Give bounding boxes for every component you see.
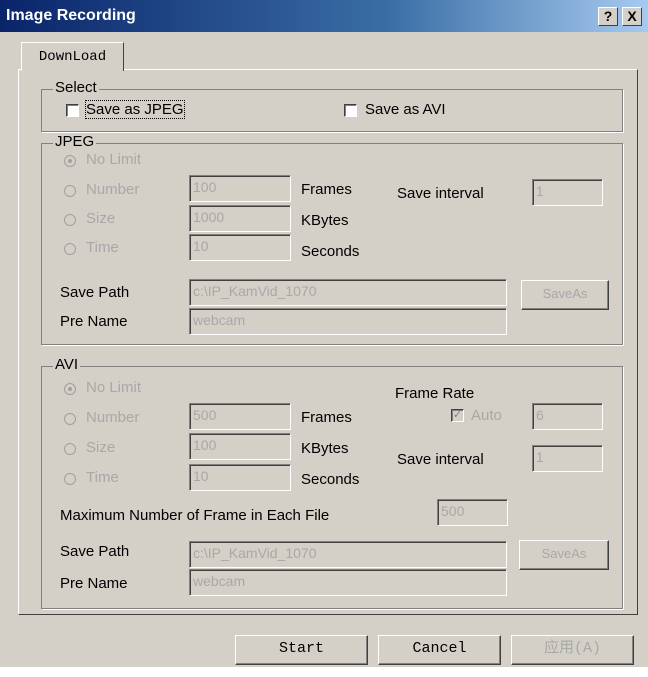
avi-number-radio[interactable]	[64, 413, 76, 425]
jpeg-seconds-unit: Seconds	[301, 243, 360, 260]
jpeg-time-radio[interactable]	[64, 243, 76, 255]
jpeg-number-radio[interactable]	[64, 185, 76, 197]
close-button[interactable]: X	[622, 7, 642, 26]
image-recording-dialog: Image Recording ? X DownLoad Select Save…	[0, 0, 648, 677]
avi-max-frames-label: Maximum Number of Frame in Each File	[60, 507, 330, 524]
jpeg-time-label: Time	[86, 239, 119, 256]
jpeg-legend: JPEG	[53, 133, 97, 150]
help-button[interactable]: ?	[598, 7, 618, 26]
jpeg-size-radio[interactable]	[64, 214, 76, 226]
avi-time-field[interactable]: 10	[189, 464, 291, 491]
avi-auto-checkbox[interactable]: ✓	[451, 409, 464, 422]
avi-auto-label: Auto	[471, 407, 502, 424]
save-jpeg-checkbox[interactable]	[66, 104, 79, 117]
bottom-margin	[0, 667, 648, 677]
avi-max-frames-field[interactable]: 500	[437, 499, 508, 526]
save-avi-checkbox[interactable]	[344, 104, 357, 117]
avi-save-path-field[interactable]: c:\IP_KamVid_1070	[189, 541, 507, 568]
avi-frame-rate-label: Frame Rate	[395, 385, 475, 402]
apply-button[interactable]: 应用(A)	[511, 635, 634, 665]
jpeg-pre-name-label: Pre Name	[60, 313, 128, 330]
avi-no-limit-radio[interactable]	[64, 383, 76, 395]
avi-size-field[interactable]: 100	[189, 433, 291, 460]
jpeg-number-label: Number	[86, 181, 140, 198]
start-button[interactable]: Start	[235, 635, 368, 665]
avi-save-interval-label: Save interval	[397, 451, 484, 468]
avi-frames-unit: Frames	[301, 409, 352, 426]
jpeg-saveas-button[interactable]: SaveAs	[521, 280, 609, 310]
jpeg-save-path-label: Save Path	[60, 284, 130, 301]
avi-saveas-button[interactable]: SaveAs	[519, 540, 609, 570]
avi-seconds-unit: Seconds	[301, 471, 360, 488]
select-legend: Select	[53, 79, 99, 96]
avi-size-label: Size	[86, 439, 116, 456]
avi-number-label: Number	[86, 409, 140, 426]
tab-download[interactable]: DownLoad	[21, 42, 124, 71]
window-title: Image Recording	[6, 7, 136, 24]
avi-frame-rate-field[interactable]: 6	[532, 403, 603, 430]
avi-save-interval-field[interactable]: 1	[532, 445, 603, 472]
avi-save-path-label: Save Path	[60, 543, 130, 560]
jpeg-no-limit-radio[interactable]	[64, 155, 76, 167]
jpeg-no-limit-label: No Limit	[86, 151, 142, 168]
avi-pre-name-field[interactable]: webcam	[189, 569, 507, 596]
avi-time-radio[interactable]	[64, 473, 76, 485]
jpeg-save-path-field[interactable]: c:\IP_KamVid_1070	[189, 279, 507, 306]
jpeg-frames-unit: Frames	[301, 181, 352, 198]
avi-number-field[interactable]: 500	[189, 403, 291, 430]
cancel-button[interactable]: Cancel	[378, 635, 501, 665]
avi-pre-name-label: Pre Name	[60, 575, 128, 592]
jpeg-number-field[interactable]: 100	[189, 175, 291, 202]
save-jpeg-label[interactable]: Save as JPEG	[85, 100, 185, 119]
save-avi-label[interactable]: Save as AVI	[365, 101, 446, 118]
jpeg-size-label: Size	[86, 210, 116, 227]
avi-time-label: Time	[86, 469, 119, 486]
jpeg-size-field[interactable]: 1000	[189, 205, 291, 232]
jpeg-time-field[interactable]: 10	[189, 234, 291, 261]
jpeg-save-interval-field[interactable]: 1	[532, 179, 603, 206]
title-bar[interactable]: Image Recording ? X	[0, 0, 648, 32]
avi-size-radio[interactable]	[64, 443, 76, 455]
jpeg-kbytes-unit: KBytes	[301, 212, 349, 229]
avi-kbytes-unit: KBytes	[301, 440, 349, 457]
avi-no-limit-label: No Limit	[86, 379, 142, 396]
jpeg-pre-name-field[interactable]: webcam	[189, 308, 507, 335]
jpeg-save-interval-label: Save interval	[397, 185, 484, 202]
avi-legend: AVI	[53, 356, 81, 373]
